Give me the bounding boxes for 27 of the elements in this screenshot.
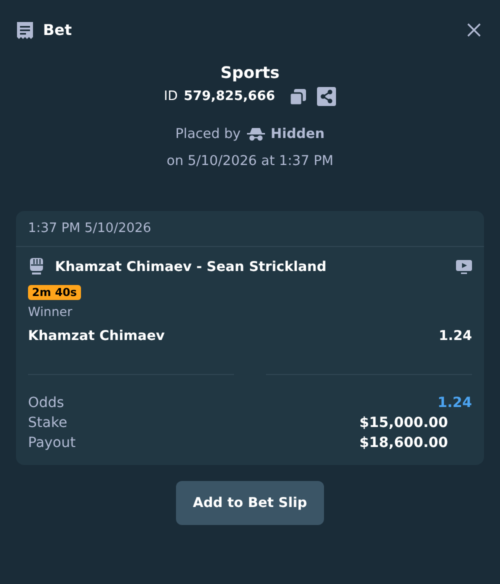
odds-value: 1.24 (437, 395, 472, 411)
bet-id-label: ID (164, 89, 178, 104)
close-button[interactable] (466, 22, 482, 38)
amount-value: $15,000.00 (359, 415, 448, 431)
bet-category: Sports (220, 63, 280, 82)
live-stream-icon[interactable] (456, 260, 472, 274)
dialog-title: Bet (43, 21, 73, 39)
amount-value: $18,600.00 (359, 435, 448, 451)
selection-name: Khamzat Chimaev (28, 328, 165, 344)
add-to-bet-slip-button[interactable]: Add to Bet Slip (176, 481, 324, 525)
incognito-icon (246, 127, 265, 141)
market-name: Winner (28, 304, 74, 319)
fist-icon (28, 257, 45, 276)
bet-timestamp: 1:37 PM 5/10/2026 (16, 211, 484, 247)
copy-icon[interactable] (289, 88, 308, 106)
placed-date: on 5/10/2026 at 1:37 PM (166, 153, 334, 169)
placed-by-label: Placed by (175, 126, 241, 142)
total-label: Stake (28, 415, 68, 431)
share-icon[interactable] (317, 87, 336, 106)
timer-badge: 2m 40s (28, 285, 81, 300)
selection-odds: 1.24 (438, 328, 472, 344)
total-label: Payout (28, 435, 76, 451)
total-label: Odds (28, 395, 64, 411)
receipt-icon (16, 20, 34, 40)
event-name: Khamzat Chimaev - Sean Strickland (55, 258, 328, 274)
username: Hidden (270, 126, 325, 142)
bet-id: 579,825,666 (184, 89, 276, 104)
